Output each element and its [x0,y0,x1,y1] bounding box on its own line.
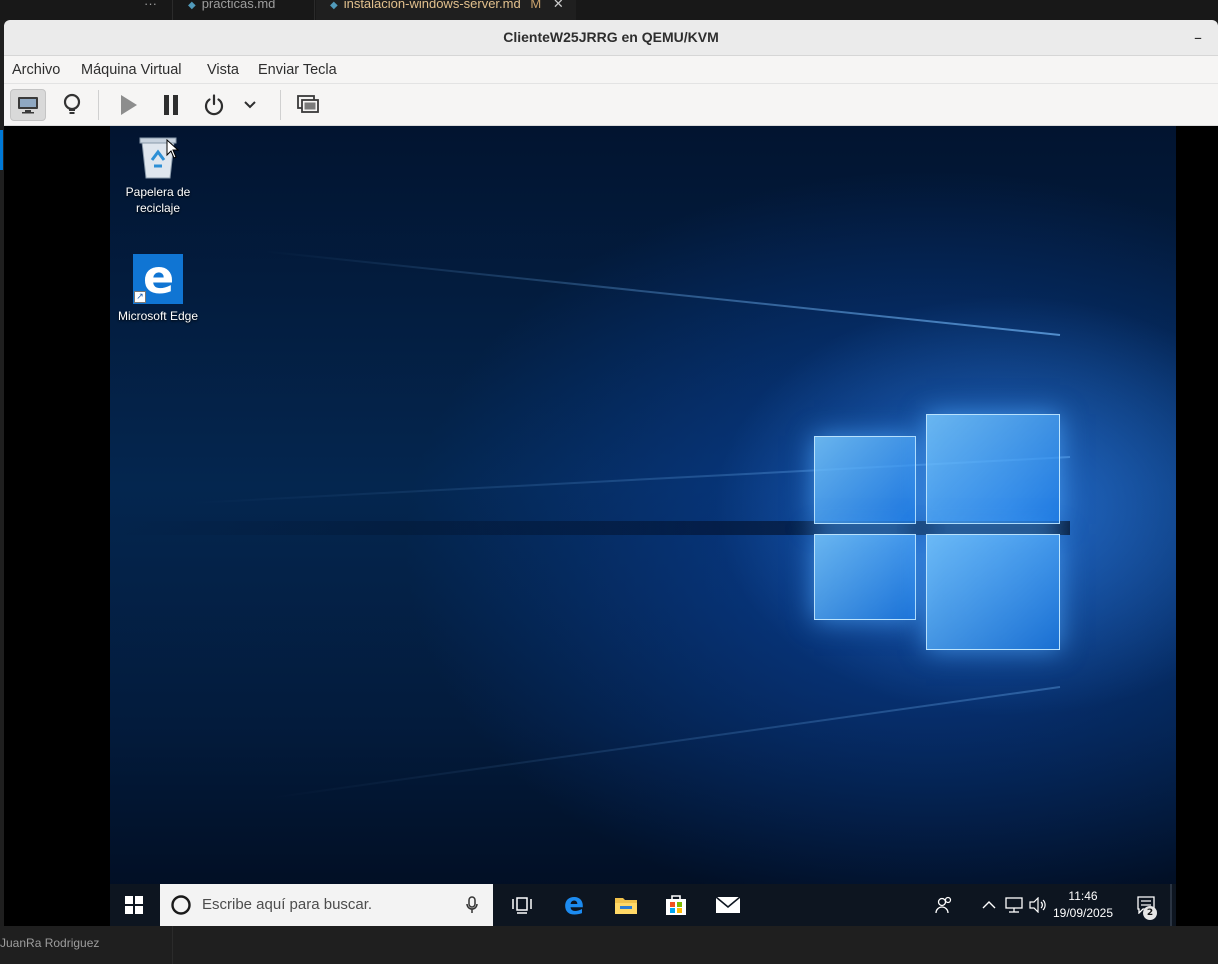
store-button[interactable] [652,884,700,926]
cortana-icon [171,895,191,915]
start-button[interactable] [110,884,158,926]
logo-pane-top-left [814,436,916,524]
task-view-icon [512,897,532,914]
pause-icon [164,95,178,115]
menu-maquina-virtual[interactable]: Máquina Virtual [81,62,182,78]
people-icon [935,896,952,914]
menu-vista[interactable]: Vista [207,62,239,78]
pause-button[interactable] [153,89,189,121]
tab-divider [314,0,315,20]
logo-pane-bottom-right [926,534,1060,650]
speaker-icon [1029,897,1046,913]
network-icon [1005,897,1023,913]
console-view-button[interactable] [10,89,46,121]
mail-button[interactable] [704,884,752,926]
run-button[interactable] [110,89,146,121]
people-button[interactable] [928,884,960,926]
desktop-icon-edge[interactable]: e ↗ Microsoft Edge [110,250,206,324]
toolbar-separator [98,90,99,120]
vm-viewer-window: ClienteW25JRRG en QEMU/KVM – Archivo Máq… [4,20,1218,926]
screens-icon [297,95,319,113]
desktop-icon-label: Papelera de reciclaje [125,185,191,215]
close-tab-icon[interactable]: ✕ [553,0,564,11]
task-view-button[interactable] [498,884,546,926]
microphone-icon[interactable] [466,896,478,914]
wallpaper-beam [264,250,1061,336]
fullscreen-button[interactable] [290,89,326,121]
clock-date: 19/09/2025 [1052,906,1114,920]
file-explorer-button[interactable] [602,884,650,926]
menu-enviar-tecla[interactable]: Enviar Tecla [258,62,337,78]
window-title: ClienteW25JRRG en QEMU/KVM [503,29,719,45]
edge-icon: e [563,887,585,922]
search-input[interactable]: Escribe aquí para buscar. [160,884,493,926]
wallpaper-beam [267,686,1061,800]
logo-pane-bottom-left [814,534,916,620]
edge-icon: e ↗ [133,250,183,304]
markdown-icon: ◆ [188,0,196,11]
menu-bar: Archivo Máquina Virtual Vista Enviar Tec… [4,56,1218,84]
shutdown-button[interactable] [196,89,232,121]
window-titlebar[interactable]: ClienteW25JRRG en QEMU/KVM – [4,20,1218,56]
store-icon [666,895,686,915]
logo-pane-top-right [926,414,1060,524]
taskbar: Escribe aquí para buscar. e 11:46 19/09/… [110,884,1176,926]
clock-time: 11:46 [1068,889,1098,903]
network-button[interactable] [1002,884,1026,926]
show-desktop-button[interactable] [1170,884,1172,926]
tab-label: practicas.md [201,0,276,11]
volume-button[interactable] [1026,884,1050,926]
editor-footer: JuanRa Rodriguez [0,926,1218,964]
show-hidden-icons-button[interactable] [976,884,1002,926]
footer-divider [172,926,173,964]
toolbar-separator [280,90,281,120]
taskbar-edge-button[interactable]: e [550,884,598,926]
author-name: JuanRa Rodriguez [0,936,100,950]
editor-tab-bar: ··· ◆ practicas.md ◆ instalacion-windows-s… [0,0,1218,20]
shortcut-arrow-icon: ↗ [134,291,146,303]
modified-indicator: M [530,0,542,11]
chevron-up-icon [982,901,996,909]
toolbar [4,84,1218,126]
guest-display[interactable]: Papelera de reciclaje e ↗ Microsoft Edge [110,126,1176,926]
clock[interactable]: 11:46 19/09/2025 [1048,888,1118,922]
mouse-cursor-icon [166,139,180,159]
play-icon [121,95,137,115]
menu-archivo[interactable]: Archivo [12,62,60,78]
search-placeholder: Escribe aquí para buscar. [202,896,373,913]
shutdown-menu-button[interactable] [236,89,264,121]
tab-divider [172,0,173,20]
details-view-button[interactable] [54,89,90,121]
windows-logo-icon [125,896,143,914]
lightbulb-icon [63,93,81,114]
active-indicator [0,130,3,170]
minimize-button[interactable]: – [1186,26,1210,50]
markdown-icon: ◆ [330,0,338,11]
tab-label: instalacion-windows-server.md [343,0,521,11]
monitor-icon [18,97,38,114]
tab-instalacion-windows-server[interactable]: ◆ instalacion-windows-server.md M ✕ [316,0,576,20]
notification-count-badge: 2 [1143,906,1157,920]
editor-overflow-button[interactable]: ··· [144,0,157,20]
action-center-button[interactable] [1126,884,1166,926]
chevron-down-icon [244,101,256,109]
desktop-icon-label: Microsoft Edge [117,309,199,323]
desktop-icon-recycle-bin[interactable]: Papelera de reciclaje [110,134,206,216]
mail-icon [715,896,741,913]
tab-practicas[interactable]: ◆ practicas.md [188,0,275,20]
power-icon [204,94,224,116]
folder-icon [615,898,637,914]
